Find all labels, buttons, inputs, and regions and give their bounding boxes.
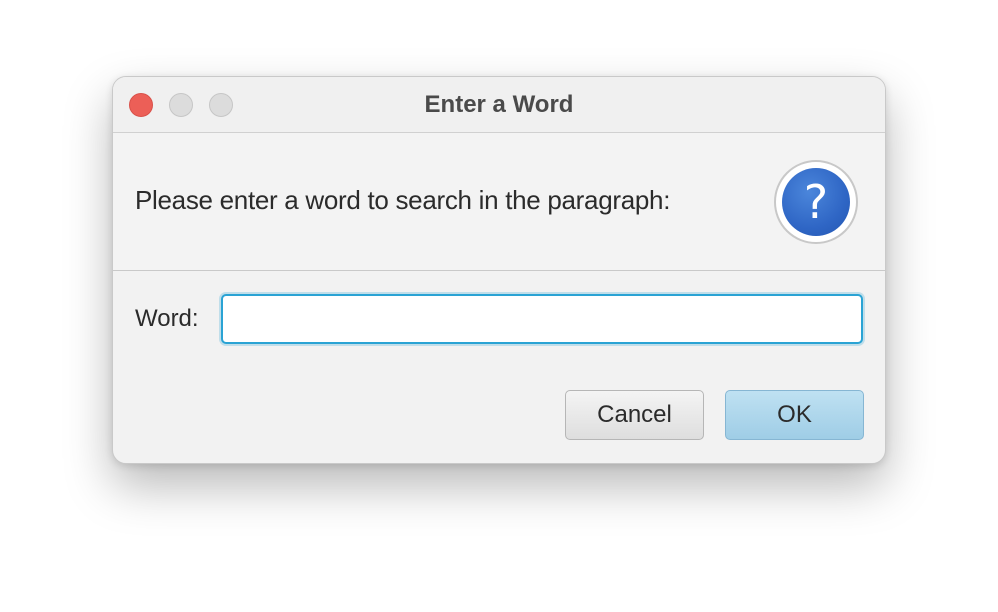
desktop: Enter a Word Please enter a word to sear… xyxy=(0,0,998,612)
dialog-content: Word: Cancel OK xyxy=(113,271,885,463)
dialog-header: Please enter a word to search in the par… xyxy=(113,133,885,271)
dialog-window: Enter a Word Please enter a word to sear… xyxy=(112,76,886,464)
question-icon: ? xyxy=(774,160,858,244)
header-message: Please enter a word to search in the par… xyxy=(135,185,671,215)
word-field-label: Word: xyxy=(135,305,199,332)
title-bar[interactable]: Enter a Word xyxy=(113,77,885,133)
word-input[interactable] xyxy=(221,294,863,344)
ok-button[interactable]: OK xyxy=(725,390,864,440)
cancel-button[interactable]: Cancel xyxy=(565,390,704,440)
window-title: Enter a Word xyxy=(424,91,574,118)
question-mark-glyph: ? xyxy=(782,168,850,236)
